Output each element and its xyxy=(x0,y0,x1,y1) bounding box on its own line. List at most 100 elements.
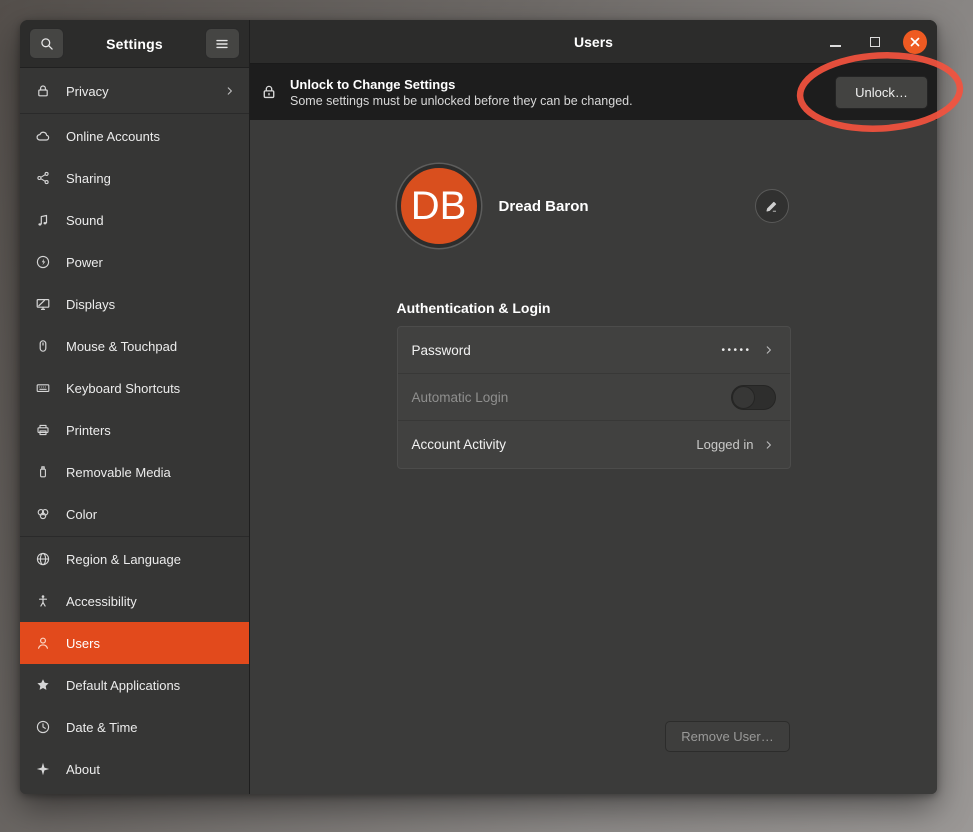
desktop-background: Settings Privacy Online Accounts xyxy=(0,0,973,832)
automatic-login-toggle[interactable] xyxy=(731,385,776,410)
accessibility-icon xyxy=(34,593,52,609)
lock-icon xyxy=(260,83,278,101)
settings-window: Settings Privacy Online Accounts xyxy=(20,20,937,794)
music-note-icon xyxy=(34,212,52,228)
sidebar-item-label: Printers xyxy=(66,423,237,438)
pencil-icon xyxy=(764,199,779,214)
sidebar-item-label: Region & Language xyxy=(66,552,237,567)
sidebar-item-accessibility[interactable]: Accessibility xyxy=(20,580,249,622)
sidebar-item-label: Online Accounts xyxy=(66,129,237,144)
sparkle-icon xyxy=(34,761,52,777)
minimize-button[interactable] xyxy=(823,30,847,54)
sidebar-item-label: Date & Time xyxy=(66,720,237,735)
sidebar-item-color[interactable]: Color xyxy=(20,493,249,535)
avatar[interactable]: DB xyxy=(397,164,481,248)
chevron-right-icon xyxy=(762,343,776,357)
sidebar-item-keyboard-shortcuts[interactable]: Keyboard Shortcuts xyxy=(20,367,249,409)
maximize-icon xyxy=(870,37,880,47)
banner-title: Unlock to Change Settings xyxy=(290,76,823,93)
search-button[interactable] xyxy=(29,28,64,59)
chevron-right-icon xyxy=(762,438,776,452)
row-label: Account Activity xyxy=(412,437,689,452)
display-icon xyxy=(34,296,52,312)
sidebar-item-label: Keyboard Shortcuts xyxy=(66,381,237,396)
sidebar-item-region-language[interactable]: Region & Language xyxy=(20,538,249,580)
automatic-login-row: Automatic Login xyxy=(398,374,790,421)
edit-name-button[interactable] xyxy=(755,189,789,223)
sidebar-title: Settings xyxy=(106,36,163,52)
sidebar-item-mouse-touchpad[interactable]: Mouse & Touchpad xyxy=(20,325,249,367)
close-button[interactable] xyxy=(903,30,927,54)
power-icon xyxy=(34,254,52,270)
row-label: Password xyxy=(412,343,714,358)
minimize-icon xyxy=(830,45,841,47)
users-content: DB Dread Baron Authentication & Login Pa… xyxy=(250,120,937,794)
sidebar-item-sound[interactable]: Sound xyxy=(20,199,249,241)
profile-row: DB Dread Baron xyxy=(397,158,791,254)
row-label: Automatic Login xyxy=(412,390,723,405)
printer-icon xyxy=(34,422,52,438)
password-dots: ••••• xyxy=(721,345,751,356)
users-icon xyxy=(34,635,52,651)
main-panel: Users Unlock to Change Settings Some set… xyxy=(250,20,937,794)
star-icon xyxy=(34,677,52,693)
globe-icon xyxy=(34,551,52,567)
clock-icon xyxy=(34,719,52,735)
sidebar-item-printers[interactable]: Printers xyxy=(20,409,249,451)
sidebar-item-date-time[interactable]: Date & Time xyxy=(20,706,249,748)
account-activity-value: Logged in xyxy=(696,437,753,452)
sidebar-item-label: Power xyxy=(66,255,237,270)
cloud-icon xyxy=(34,128,52,144)
chevron-right-icon xyxy=(223,84,237,98)
sidebar-item-removable-media[interactable]: Removable Media xyxy=(20,451,249,493)
sidebar-item-label: Accessibility xyxy=(66,594,237,609)
menu-button[interactable] xyxy=(205,28,240,59)
sidebar-item-power[interactable]: Power xyxy=(20,241,249,283)
account-activity-row[interactable]: Account Activity Logged in xyxy=(398,421,790,468)
sidebar-item-label: About xyxy=(66,762,237,777)
hamburger-icon xyxy=(214,36,230,52)
sidebar-separator xyxy=(20,536,249,537)
sidebar-item-displays[interactable]: Displays xyxy=(20,283,249,325)
sidebar-item-users[interactable]: Users xyxy=(20,622,249,664)
sidebar-item-label: Default Applications xyxy=(66,678,237,693)
flash-drive-icon xyxy=(34,464,52,480)
keyboard-icon xyxy=(34,380,52,396)
sidebar-item-privacy[interactable]: Privacy xyxy=(20,70,249,112)
sidebar: Settings Privacy Online Accounts xyxy=(20,20,250,794)
maximize-button[interactable] xyxy=(863,30,887,54)
sidebar-separator xyxy=(20,113,249,114)
banner-subtitle: Some settings must be unlocked before th… xyxy=(290,93,823,109)
titlebar[interactable]: Users xyxy=(250,20,937,64)
sidebar-item-label: Displays xyxy=(66,297,237,312)
sidebar-item-label: Privacy xyxy=(66,84,209,99)
sidebar-header: Settings xyxy=(20,20,249,68)
remove-user-button[interactable]: Remove User… xyxy=(665,721,790,752)
color-circles-icon xyxy=(34,506,52,522)
share-icon xyxy=(34,170,52,186)
unlock-banner: Unlock to Change Settings Some settings … xyxy=(250,64,937,120)
sidebar-item-online-accounts[interactable]: Online Accounts xyxy=(20,115,249,157)
auth-login-card: Password ••••• Automatic Login Account A… xyxy=(397,326,791,469)
sidebar-item-label: Removable Media xyxy=(66,465,237,480)
sidebar-item-about[interactable]: About xyxy=(20,748,249,790)
close-icon xyxy=(909,36,921,48)
password-row[interactable]: Password ••••• xyxy=(398,327,790,374)
sidebar-item-label: Sharing xyxy=(66,171,237,186)
sidebar-item-label: Sound xyxy=(66,213,237,228)
sidebar-item-label: Color xyxy=(66,507,237,522)
mouse-icon xyxy=(34,338,52,354)
sidebar-item-label: Users xyxy=(66,636,237,651)
toggle-knob xyxy=(732,386,755,409)
sidebar-item-sharing[interactable]: Sharing xyxy=(20,157,249,199)
window-controls xyxy=(823,30,937,54)
user-name: Dread Baron xyxy=(499,198,589,215)
banner-text: Unlock to Change Settings Some settings … xyxy=(290,76,823,109)
sidebar-item-label: Mouse & Touchpad xyxy=(66,339,237,354)
search-icon xyxy=(39,36,55,52)
lock-icon xyxy=(34,83,52,99)
sidebar-list: Privacy Online Accounts Sharing Sound xyxy=(20,68,249,794)
section-heading: Authentication & Login xyxy=(397,300,791,316)
unlock-button[interactable]: Unlock… xyxy=(835,76,928,109)
sidebar-item-default-applications[interactable]: Default Applications xyxy=(20,664,249,706)
